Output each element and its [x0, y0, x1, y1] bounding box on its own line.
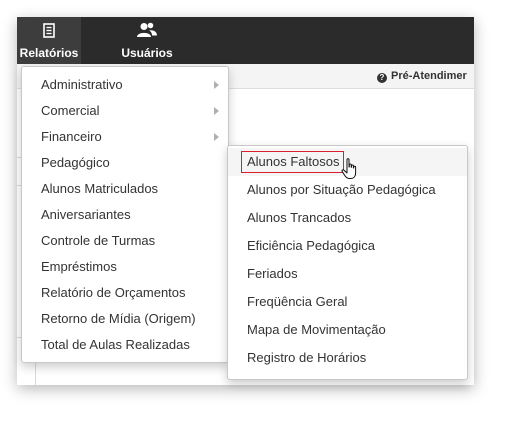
users-icon — [137, 22, 157, 41]
menu-item-label: Controle de Turmas — [41, 233, 156, 248]
menu-item-financeiro[interactable]: Financeiro — [22, 124, 228, 150]
submenu-item-label: Mapa de Movimentação — [247, 322, 386, 337]
menu-item-label: Alunos Matriculados — [41, 181, 159, 196]
menu-item-comercial[interactable]: Comercial — [22, 98, 228, 124]
submenu-item-label: Registro de Horários — [247, 350, 367, 365]
nav-relatorios[interactable]: Relatórios — [17, 17, 81, 64]
submenu-item-label: Alunos Trancados — [247, 210, 352, 225]
menu-item-label: Retorno de Mídia (Origem) — [41, 311, 196, 326]
submenu-item-registro-de-horarios[interactable]: Registro de Horários — [228, 344, 467, 372]
chevron-right-icon — [214, 81, 219, 89]
menu-item-emprestimos[interactable]: Empréstimos — [22, 254, 228, 280]
submenu-item-label: Freqüência Geral — [247, 294, 348, 309]
menu-item-label: Empréstimos — [41, 259, 117, 274]
nav-relatorios-label: Relatórios — [19, 46, 79, 60]
pre-atendimento-link[interactable]: ? Pré-Atendimer — [377, 64, 467, 88]
menu-item-label: Comercial — [41, 103, 100, 118]
submenu-item-mapa-de-movimentacao[interactable]: Mapa de Movimentação — [228, 316, 467, 344]
menu-item-pedagogico[interactable]: Pedagógico — [22, 150, 228, 176]
menu-item-label: Relatório de Orçamentos — [41, 285, 186, 300]
chevron-right-icon — [214, 107, 219, 115]
info-icon: ? — [377, 73, 387, 83]
menu-item-administrativo[interactable]: Administrativo — [22, 72, 228, 98]
menu-item-label: Pedagógico — [41, 155, 110, 170]
menu-item-controle-de-turmas[interactable]: Controle de Turmas — [22, 228, 228, 254]
menu-item-relatorio-de-orcamentos[interactable]: Relatório de Orçamentos — [22, 280, 228, 306]
nav-usuarios-label: Usuários — [121, 46, 173, 60]
submenu-item-feriados[interactable]: Feriados — [228, 260, 467, 288]
menu-item-alunos-matriculados[interactable]: Alunos Matriculados — [22, 176, 228, 202]
submenu-item-eficiencia-pedagogica[interactable]: Eficiência Pedagógica — [228, 232, 467, 260]
submenu-item-frequencia-geral[interactable]: Freqüência Geral — [228, 288, 467, 316]
chevron-right-icon — [214, 133, 219, 141]
top-navbar: Relatórios Usuários — [17, 17, 474, 64]
highlight-box — [241, 151, 344, 173]
relatorios-dropdown-menu: Administrativo Comercial Financeiro Peda… — [21, 66, 229, 363]
menu-item-label: Financeiro — [41, 129, 102, 144]
menu-item-aniversariantes[interactable]: Aniversariantes — [22, 202, 228, 228]
nav-usuarios[interactable]: Usuários — [113, 17, 181, 64]
submenu-item-alunos-trancados[interactable]: Alunos Trancados — [228, 204, 467, 232]
menu-item-total-de-aulas-realizadas[interactable]: Total de Aulas Realizadas — [22, 332, 228, 358]
menu-item-label: Total de Aulas Realizadas — [41, 337, 190, 352]
pre-atendimento-label: Pré-Atendimer — [391, 70, 467, 82]
submenu-item-label: Feriados — [247, 266, 298, 281]
menu-item-retorno-de-midia[interactable]: Retorno de Mídia (Origem) — [22, 306, 228, 332]
menu-item-label: Administrativo — [41, 77, 123, 92]
document-icon — [43, 23, 55, 41]
hand-cursor-icon — [341, 158, 359, 185]
menu-item-label: Aniversariantes — [41, 207, 131, 222]
submenu-item-label: Eficiência Pedagógica — [247, 238, 375, 253]
